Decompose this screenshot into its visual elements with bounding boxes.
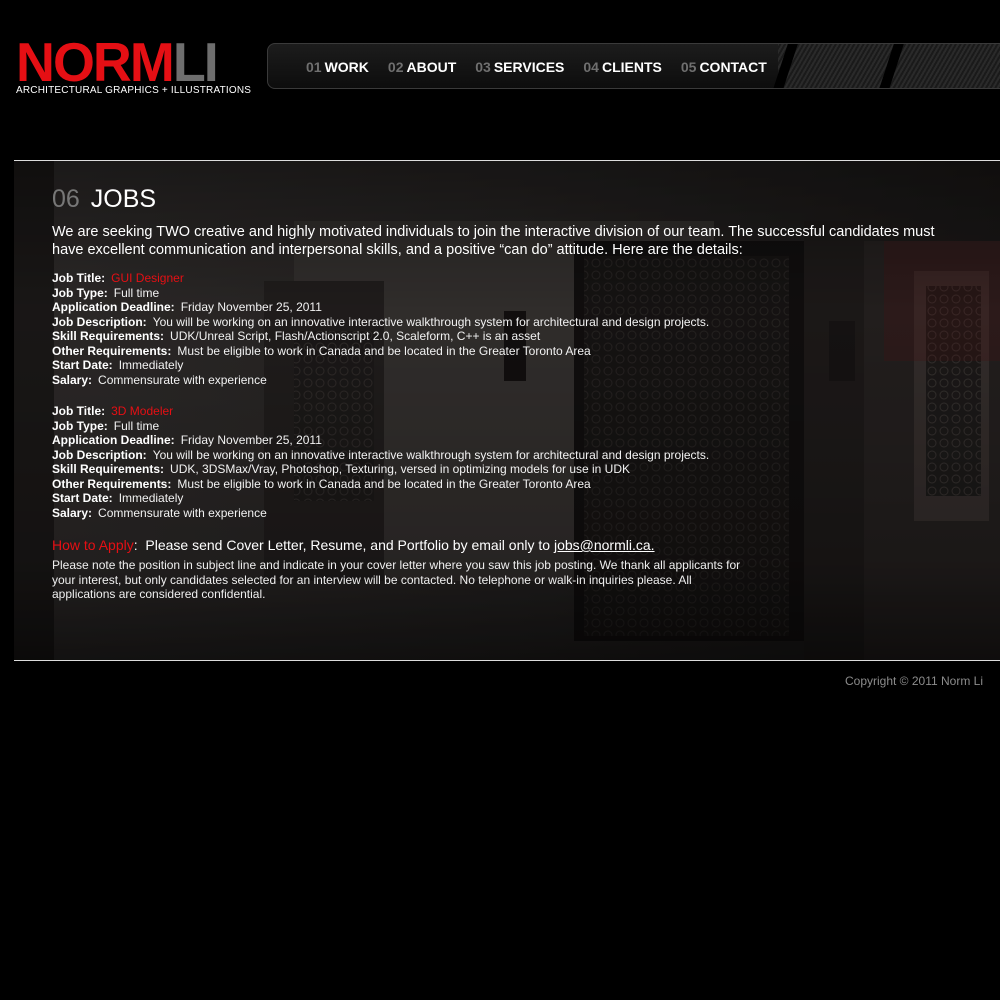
skills-row: Skill Requirements: UDK/Unreal Script, Fl… [52, 329, 952, 344]
other-requirements-label: Other Requirements: [52, 343, 172, 358]
job-title-value: GUI Designer [111, 271, 184, 285]
job-type-row: Job Type: Full time [52, 419, 952, 434]
start-date-row: Start Date: Immediately [52, 491, 952, 506]
nav-number: 05 [680, 59, 697, 75]
other-requirements-label: Other Requirements: [52, 476, 172, 491]
page-title-number: 06 [52, 185, 80, 213]
nav-item-about[interactable]: 02 ABOUT [388, 59, 456, 75]
job-listing-gui-designer: Job Title: GUI Designer Job Type: Full tim… [52, 271, 952, 387]
salary-value: Commensurate with experience [98, 372, 267, 387]
deadline-value: Friday November 25, 2011 [180, 433, 322, 447]
nav-label: CONTACT [699, 59, 767, 75]
job-title-label: Job Title: [52, 271, 106, 285]
description-row: Job Description: You will be working on a… [52, 448, 952, 463]
description-label: Job Description: [52, 447, 147, 462]
description-value: You will be working on an innovative int… [152, 314, 710, 329]
start-date-value: Immediately [118, 491, 184, 505]
skills-label: Skill Requirements: [52, 462, 165, 476]
logo-li: LI [172, 31, 219, 93]
description-value: You will be working on an innovative int… [152, 447, 710, 462]
jobs-panel: 06 JOBS We are seeking TWO creative and … [14, 160, 1000, 661]
nav-item-clients[interactable]: 04 CLIENTS [583, 59, 661, 75]
skills-value: UDK, 3DSMax/Vray, Photoshop, Texturing, … [170, 462, 631, 476]
application-note: Please note the position in subject line… [52, 558, 741, 601]
deadline-value: Friday November 25, 2011 [180, 300, 322, 314]
start-date-row: Start Date: Immediately [52, 358, 952, 373]
skills-row: Skill Requirements: UDK, 3DSMax/Vray, Pho… [52, 462, 952, 477]
nav-number: 01 [306, 59, 322, 75]
skills-label: Skill Requirements: [52, 329, 165, 343]
nav-item-services[interactable]: 03 SERVICES [475, 59, 564, 75]
other-requirements-row: Other Requirements: Must be eligible to w… [52, 477, 952, 492]
nav-label: ABOUT [406, 59, 457, 75]
start-date-label: Start Date: [52, 491, 113, 505]
site-logo[interactable]: NORMLI ARCHITECTURAL GRAPHICS + ILLUSTRA… [16, 35, 251, 97]
nav-number: 04 [583, 59, 599, 75]
how-to-apply-label: How to Apply [52, 537, 134, 553]
other-requirements-row: Other Requirements: Must be eligible to w… [52, 344, 952, 359]
nav-number: 02 [387, 59, 404, 75]
page-title: 06 JOBS [52, 185, 952, 213]
deadline-label: Application Deadline: [52, 300, 175, 314]
job-type-value: Full time [113, 285, 160, 300]
job-type-label: Job Type: [52, 418, 108, 433]
salary-row: Salary: Commensurate with experience [52, 506, 952, 521]
job-listing-3d-modeler: Job Title: 3D Modeler Job Type: Full time … [52, 404, 952, 520]
salary-value: Commensurate with experience [98, 505, 267, 520]
deadline-row: Application Deadline: Friday November 25,… [52, 300, 952, 315]
job-title-row: Job Title: GUI Designer [52, 271, 952, 286]
salary-row: Salary: Commensurate with experience [52, 373, 952, 388]
intro-paragraph: We are seeking TWO creative and highly m… [52, 224, 935, 258]
other-requirements-value: Must be eligible to work in Canada and b… [177, 343, 591, 358]
salary-label: Salary: [52, 372, 93, 387]
description-row: Job Description: You will be working on a… [52, 315, 952, 330]
start-date-label: Start Date: [52, 358, 113, 372]
job-type-label: Job Type: [52, 285, 108, 300]
how-to-apply: How to Apply: Please send Cover Letter, … [52, 537, 952, 554]
job-title-label: Job Title: [52, 404, 106, 418]
job-title-value: 3D Modeler [111, 404, 174, 418]
description-label: Job Description: [52, 314, 147, 329]
job-type-row: Job Type: Full time [52, 286, 952, 301]
nav-label: CLIENTS [601, 59, 662, 75]
deadline-row: Application Deadline: Friday November 25,… [52, 433, 952, 448]
skills-value: UDK/Unreal Script, Flash/Actionscript 2.… [170, 329, 541, 343]
nav-item-work[interactable]: 01 WORK [306, 59, 369, 75]
logo-wordmark: NORMLI [16, 35, 243, 90]
other-requirements-value: Must be eligible to work in Canada and b… [177, 476, 591, 491]
logo-norm: NORM [16, 31, 175, 93]
email-link[interactable]: jobs@normli.ca. [554, 537, 655, 553]
how-to-apply-text: Please send Cover Letter, Resume, and Po… [145, 537, 551, 553]
page-title-text: JOBS [90, 185, 157, 213]
main-nav: 01 WORK 02 ABOUT 03 SERVICES 04 CLIENTS 05 CO… [267, 43, 1000, 89]
copyright-text: Copyright © 2011 Norm Li [844, 674, 983, 688]
how-to-apply-colon: : [133, 537, 138, 553]
nav-label: SERVICES [493, 59, 565, 75]
nav-number: 03 [475, 59, 491, 75]
nav-item-contact[interactable]: 05 CONTACT [681, 59, 767, 75]
job-type-value: Full time [113, 418, 160, 433]
job-title-row: Job Title: 3D Modeler [52, 404, 952, 419]
nav-label: WORK [324, 59, 369, 75]
deadline-label: Application Deadline: [52, 433, 175, 447]
start-date-value: Immediately [118, 358, 184, 372]
salary-label: Salary: [52, 505, 93, 520]
